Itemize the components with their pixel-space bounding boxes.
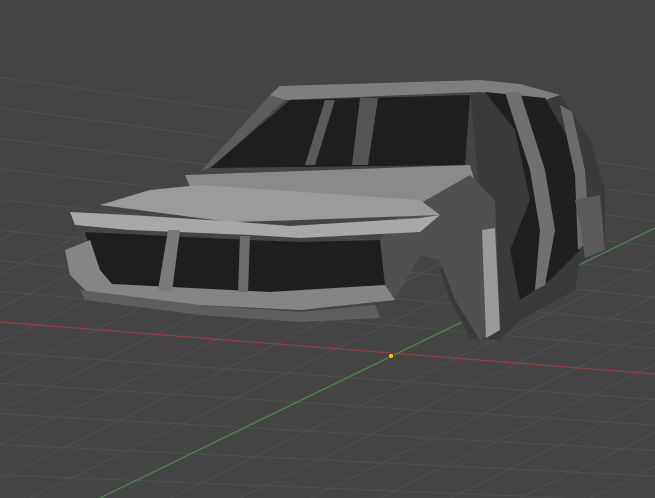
grid-line — [0, 413, 655, 451]
grid-line — [239, 295, 655, 498]
world-origin-marker — [387, 352, 395, 360]
car-grille-side-post — [238, 236, 250, 292]
car-body-model[interactable] — [65, 80, 605, 340]
grid-line — [519, 431, 655, 498]
grid-line — [0, 474, 569, 498]
grid-line — [0, 352, 655, 400]
grid-line — [0, 443, 655, 477]
grid-line — [449, 397, 655, 498]
x-axis-line — [0, 321, 655, 375]
3d-viewport[interactable] — [0, 0, 655, 498]
grid-line — [0, 382, 655, 426]
grid-line — [309, 329, 655, 498]
grid-line — [589, 465, 655, 498]
viewport-canvas[interactable] — [0, 0, 655, 498]
car-grille-opening — [85, 232, 385, 292]
grid-line — [0, 227, 26, 241]
grid-line — [379, 363, 655, 498]
